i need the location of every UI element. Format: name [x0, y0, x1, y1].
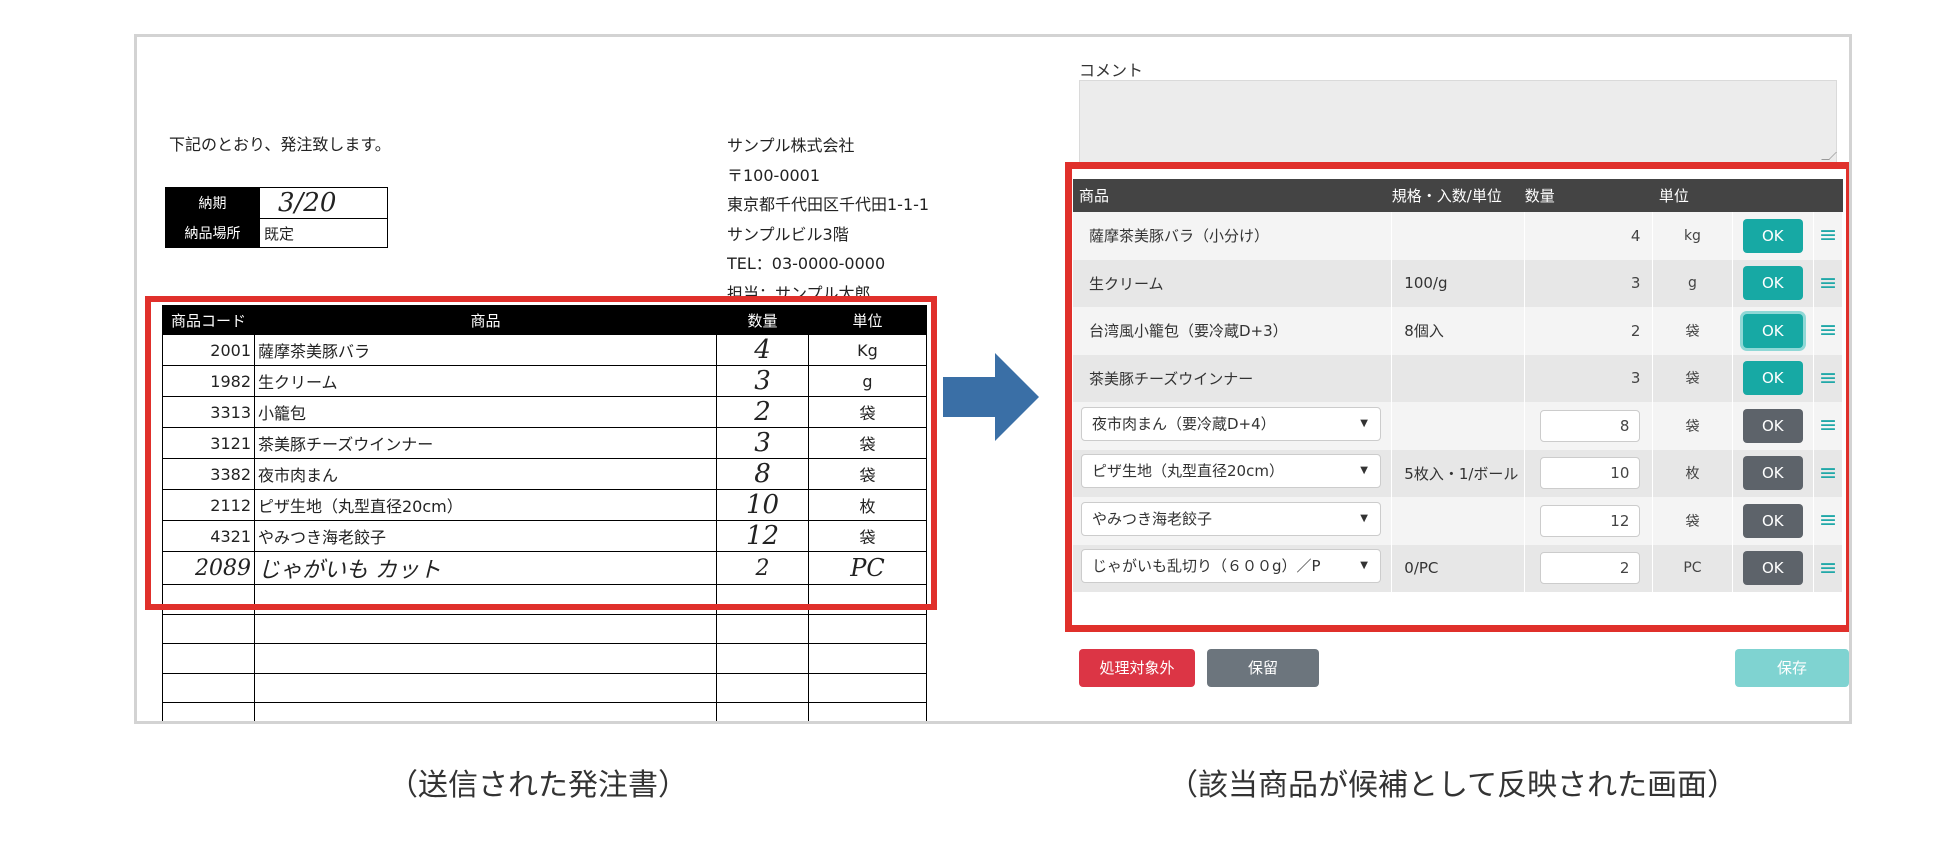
- comment-textarea[interactable]: [1079, 80, 1837, 164]
- screenshot-frame: 下記のとおり、発注致します。 サンプル株式会社 〒100-0001 東京都千代田…: [134, 34, 1852, 724]
- order-items-highlight: [145, 296, 937, 610]
- caption-left: （送信された発注書）: [388, 768, 688, 803]
- candidate-items-highlight: [1065, 162, 1849, 632]
- company-block: サンプル株式会社 〒100-0001 東京都千代田区千代田1-1-1 サンプルビ…: [727, 131, 929, 301]
- delivery-date-value: 3/20: [259, 187, 388, 219]
- blank-row: [162, 643, 927, 674]
- delivery-place-label: 納品場所: [165, 218, 260, 248]
- company-line: サンプル株式会社: [727, 136, 855, 155]
- company-line: 東京都千代田区千代田1-1-1: [727, 195, 930, 214]
- exclude-button[interactable]: 処理対象外: [1079, 649, 1195, 687]
- delivery-date-label: 納期: [165, 187, 260, 219]
- delivery-place-value: 既定: [259, 218, 388, 248]
- company-line: サンプルビル3階: [727, 224, 849, 244]
- resize-handle-icon[interactable]: [1821, 152, 1837, 160]
- right-arrow-icon: [943, 353, 1039, 441]
- hold-button[interactable]: 保留: [1207, 649, 1319, 687]
- order-intro: 下記のとおり、発注致します。: [169, 135, 391, 154]
- blank-row: [162, 702, 927, 721]
- order-document: 下記のとおり、発注致します。 サンプル株式会社 〒100-0001 東京都千代田…: [137, 37, 1037, 721]
- blank-row: [162, 614, 927, 644]
- company-line: 〒100-0001: [727, 165, 821, 185]
- company-line: TEL：03-0000-0000: [727, 254, 886, 273]
- save-button[interactable]: 保存: [1735, 649, 1849, 687]
- blank-row: [162, 673, 927, 703]
- comment-label: コメント: [1079, 61, 1144, 80]
- delivery-info-table: 納期 3/20 納品場所 既定: [165, 187, 388, 248]
- order-entry-screen: コメント 商品 規格・入数/単位 数量 単位 薩摩茶美豚バラ（小分け） 4 kg…: [1037, 37, 1849, 721]
- caption-right: （該当商品が候補として反映された画面）: [1168, 768, 1738, 803]
